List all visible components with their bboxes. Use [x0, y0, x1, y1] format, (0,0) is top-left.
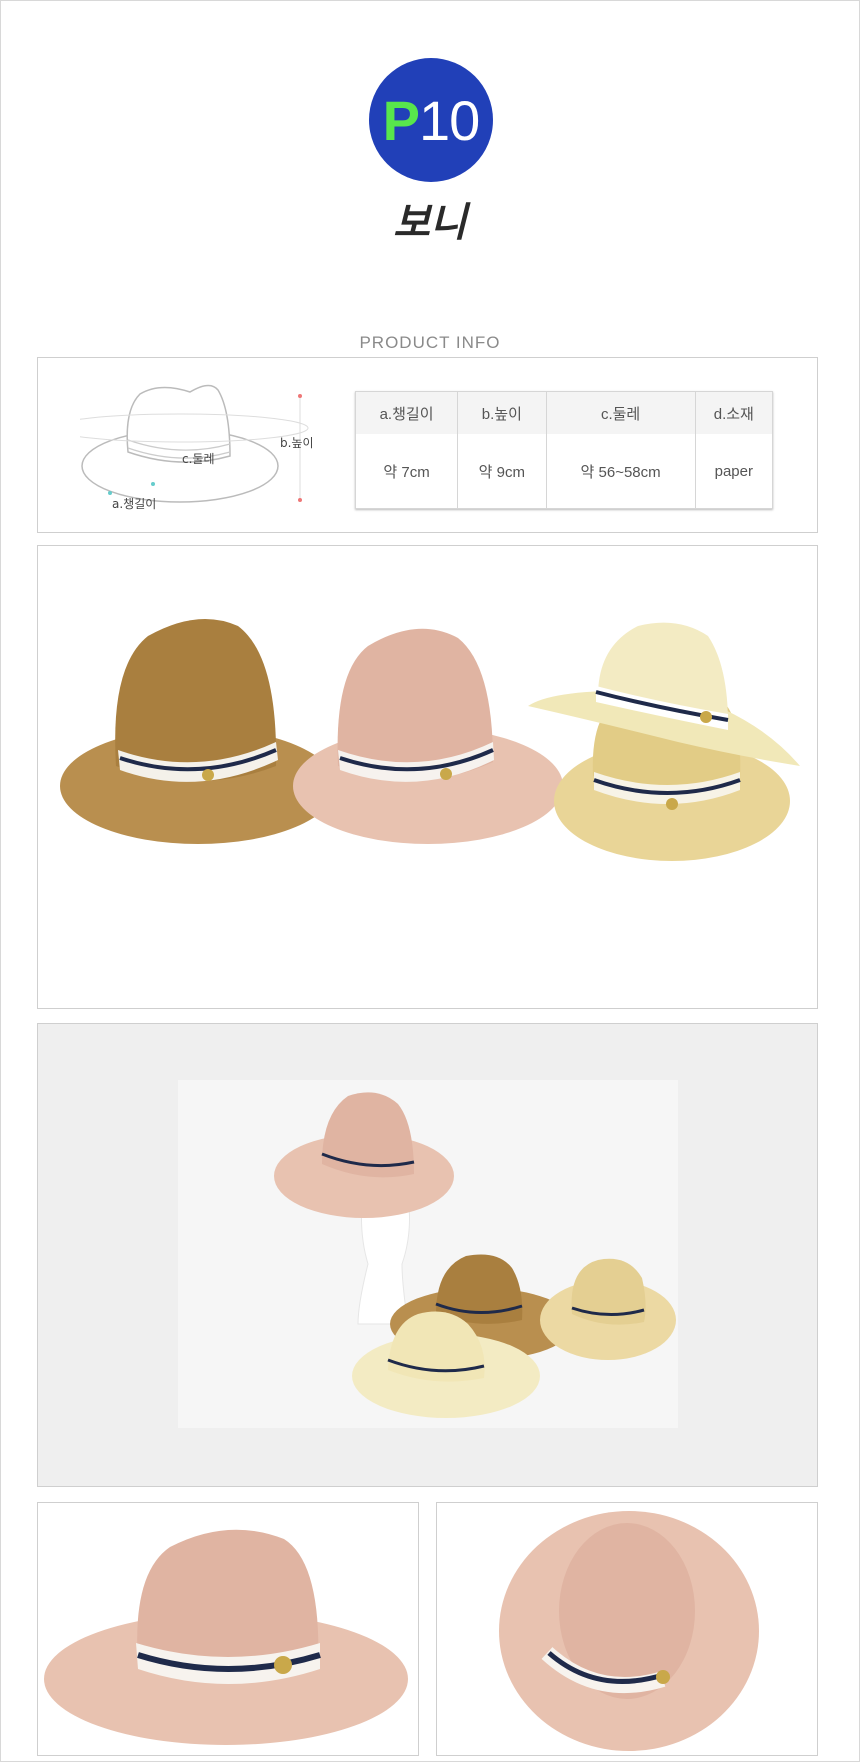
diagram-label-circumference: c.둘레 — [182, 452, 215, 466]
product-photo-three-hats — [37, 545, 818, 1009]
product-photo-pink-side — [37, 1502, 419, 1756]
spec-value-circumference: 약 56~58cm — [546, 434, 696, 509]
product-photo-pink-top — [436, 1502, 818, 1756]
hat-pink-image — [293, 628, 563, 844]
product-info-label: PRODUCT INFO — [359, 333, 501, 352]
product-code-badge: P 10 — [369, 58, 493, 182]
hat-size-diagram: c.둘레 b.높이 a.챙길이 — [80, 380, 330, 520]
spec-header-material: d.소재 — [695, 391, 774, 434]
diagram-label-brim: a.챙길이 — [112, 497, 157, 511]
spec-header-circumference: c.둘레 — [546, 391, 696, 434]
spec-table-value-row: 약 7cm 약 9cm 약 56~58cm paper — [354, 434, 774, 509]
spec-table-header-row: a.챙길이 b.높이 c.둘레 d.소재 — [354, 391, 774, 434]
spec-value-brim: 약 7cm — [354, 434, 459, 509]
hat-brown-image — [60, 618, 336, 844]
spec-value-material: paper — [695, 434, 774, 509]
spec-value-height: 약 9cm — [457, 434, 547, 509]
product-code-letter: P — [382, 88, 420, 152]
spec-header-brim: a.챙길이 — [354, 391, 459, 434]
product-name: 보니 — [393, 200, 467, 246]
product-code-number: 10 — [419, 88, 480, 152]
spec-header-height: b.높이 — [457, 391, 547, 434]
spec-table: a.챙길이 b.높이 c.둘레 d.소재 약 7cm 약 9cm 약 56~58… — [354, 391, 774, 509]
diagram-label-height: b.높이 — [280, 436, 314, 450]
product-photo-mannequin — [37, 1023, 818, 1487]
